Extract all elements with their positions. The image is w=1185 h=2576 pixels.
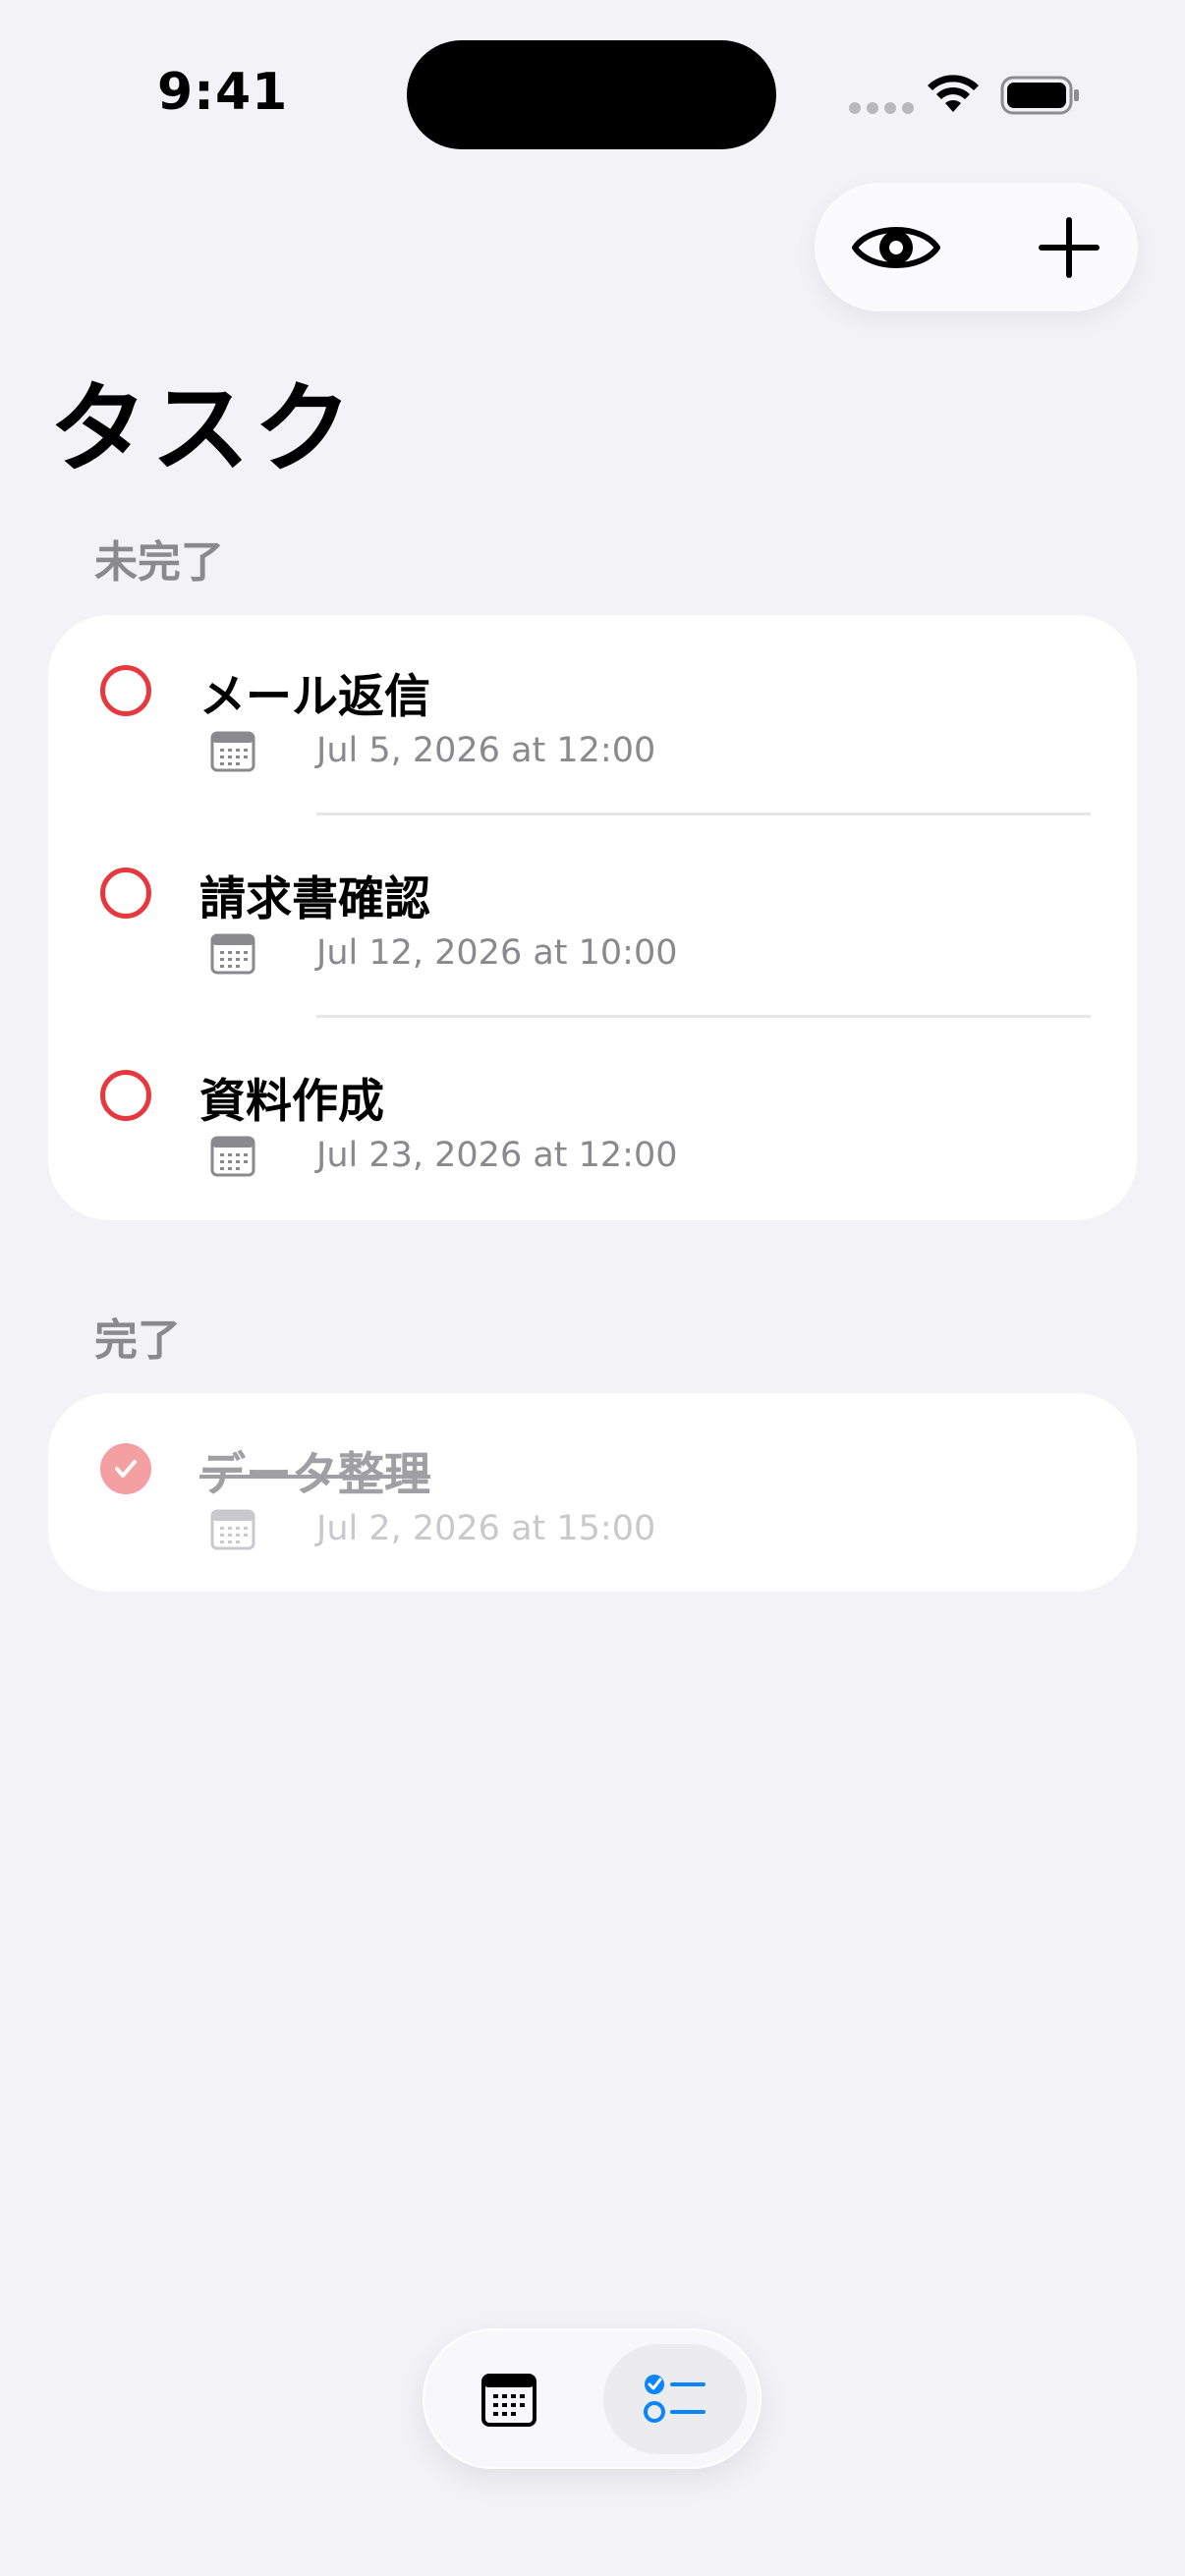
row-divider [316, 812, 1091, 815]
status-time: 9:41 [157, 63, 289, 122]
task-checkbox[interactable] [100, 1070, 151, 1121]
task-date: Jul 5, 2026 at 12:00 [316, 731, 656, 770]
calendar-icon[interactable] [468, 2358, 550, 2440]
task-date: Jul 23, 2026 at 12:00 [316, 1136, 678, 1175]
wifi-icon [928, 75, 979, 112]
section-header-incomplete: 未完了 [94, 537, 224, 588]
battery-icon [1000, 76, 1079, 115]
task-title: 資料作成 [199, 1075, 384, 1129]
row-divider [316, 1015, 1091, 1018]
calendar-icon [210, 1509, 255, 1550]
task-date: Jul 2, 2026 at 15:00 [316, 1509, 656, 1548]
task-title: 請求書確認 [199, 872, 430, 926]
calendar-icon [210, 731, 255, 772]
calendar-icon [210, 933, 255, 975]
page-title: タスク [49, 371, 356, 486]
section-header-completed: 完了 [94, 1316, 181, 1366]
plus-icon[interactable] [1018, 196, 1120, 299]
task-checkbox[interactable] [100, 665, 151, 716]
eye-icon[interactable] [845, 196, 947, 299]
task-checkbox[interactable] [100, 868, 151, 919]
task-title: データ整理 [199, 1448, 430, 1502]
checklist-icon[interactable] [635, 2358, 717, 2440]
calendar-icon [210, 1136, 255, 1177]
checkmark-icon [115, 1460, 137, 1478]
task-checkbox-checked[interactable] [100, 1443, 151, 1494]
task-date: Jul 12, 2026 at 10:00 [316, 933, 678, 973]
cellular-signal-icon [849, 102, 914, 114]
task-title: メール返信 [199, 670, 430, 724]
dynamic-island [407, 40, 776, 149]
